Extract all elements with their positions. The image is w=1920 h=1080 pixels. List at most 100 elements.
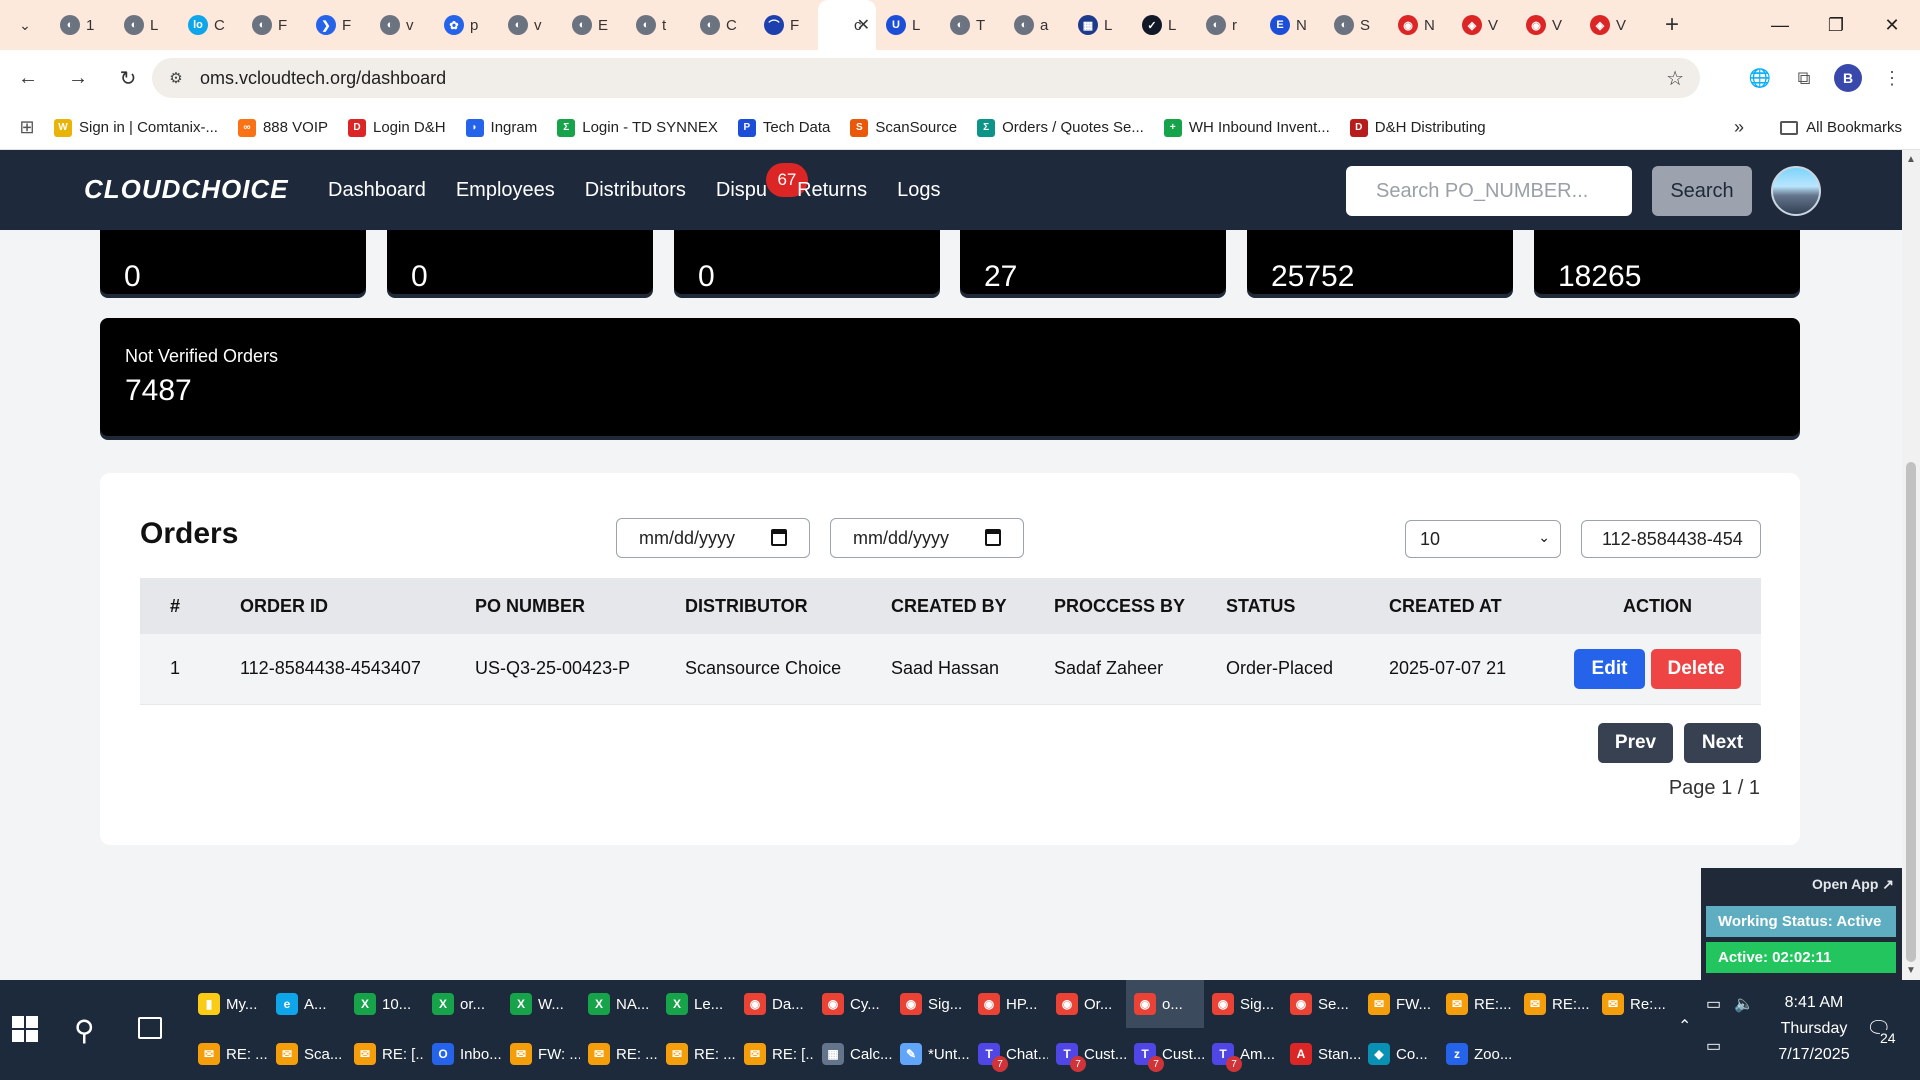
taskbar-app-button[interactable]: T Cust... 7 — [1048, 1030, 1126, 1078]
profile-avatar[interactable]: B — [1834, 64, 1862, 92]
notifications-icon[interactable]: 🗨 24 — [1866, 1016, 1896, 1046]
scrollbar-thumb[interactable] — [1906, 462, 1916, 962]
taskbar-app-button[interactable]: Xor... — [424, 980, 502, 1028]
tab-search-chevron-icon[interactable]: ⌄ — [0, 0, 50, 50]
browser-tab[interactable]: ◐ v — [498, 0, 562, 50]
reload-icon[interactable]: ↻ — [106, 56, 150, 100]
bookmark-item[interactable]: D Login D&H — [348, 118, 446, 137]
browser-tab[interactable]: ◉ V — [1516, 0, 1580, 50]
open-app-link[interactable]: Open App ↗ — [1812, 876, 1894, 893]
apps-grid-icon[interactable]: ⊞ — [0, 117, 54, 138]
browser-tab[interactable]: ◐ r — [1196, 0, 1260, 50]
bookmark-item[interactable]: Σ Login - TD SYNNEX — [557, 118, 718, 137]
all-bookmarks[interactable]: All Bookmarks — [1780, 119, 1902, 136]
nav-returns[interactable]: Returns — [797, 179, 867, 202]
new-tab-button[interactable]: + — [1652, 0, 1692, 50]
volume-icon[interactable]: 🔈 — [1734, 994, 1754, 1014]
calendar-icon[interactable] — [985, 529, 1001, 546]
bookmark-item[interactable]: Σ Orders / Quotes Se... — [977, 118, 1144, 137]
taskbar-clock[interactable]: 8:41 AM Thursday 7/17/2025 — [1758, 990, 1870, 1068]
taskbar-app-button[interactable]: ◆ Co... — [1360, 1030, 1438, 1078]
close-window-icon[interactable]: ✕ — [1864, 0, 1920, 50]
browser-tab[interactable]: ⌒ F — [754, 0, 818, 50]
browser-tab[interactable]: ◐ v — [370, 0, 434, 50]
bookmark-star-icon[interactable]: ☆ — [1666, 66, 1684, 91]
taskbar-app-button[interactable]: ✉ Sca... — [268, 1030, 346, 1078]
taskbar-app-button[interactable]: ◉ Da... — [736, 980, 814, 1028]
taskbar-app-button[interactable]: ✉ RE: ... — [658, 1030, 736, 1078]
taskbar-app-button[interactable]: ✉ RE: [... — [346, 1030, 424, 1078]
nav-dashboard[interactable]: Dashboard — [328, 179, 426, 202]
browser-tab[interactable]: ◐ C — [690, 0, 754, 50]
taskbar-app-button[interactable]: A Stan... — [1282, 1030, 1360, 1078]
taskbar-app-button[interactable]: z Zoo... — [1438, 1030, 1516, 1078]
network-icon[interactable]: ▭ — [1706, 1036, 1721, 1056]
bookmark-item[interactable]: W Sign in | Comtanix-... — [54, 118, 218, 137]
browser-tab[interactable]: ◐ L — [114, 0, 178, 50]
nav-employees[interactable]: Employees — [456, 179, 555, 202]
browser-tab[interactable]: EN — [1260, 0, 1324, 50]
taskbar-app-button[interactable]: T Am... 7 — [1204, 1030, 1282, 1078]
next-button[interactable]: Next — [1684, 723, 1761, 763]
taskbar-app-button[interactable]: X NA... — [580, 980, 658, 1028]
tab-close-icon[interactable]: ✕ — [857, 15, 870, 35]
taskbar-app-button[interactable]: T Chat... 7 — [970, 1030, 1048, 1078]
browser-menu-icon[interactable]: ⋮ — [1878, 64, 1906, 92]
taskbar-app-button[interactable]: X 10... — [346, 980, 424, 1028]
browser-tab[interactable]: lo C — [178, 0, 242, 50]
taskbar-app-button[interactable]: ✉ RE:... — [1438, 980, 1516, 1028]
scroll-up-icon[interactable]: ▲ — [1902, 154, 1920, 165]
user-avatar[interactable] — [1771, 166, 1821, 216]
minimize-icon[interactable]: — — [1752, 0, 1808, 50]
date-from-input[interactable]: mm/dd/yyyy — [616, 518, 810, 558]
bookmark-item[interactable]: ◗ Ingram — [465, 118, 537, 137]
taskbar-app-button[interactable]: ✉ RE: [... — [736, 1030, 814, 1078]
nav-logs[interactable]: Logs — [897, 179, 940, 202]
taskbar-app-button[interactable]: ✉ FW... — [1360, 980, 1438, 1028]
date-to-input[interactable]: mm/dd/yyyy — [830, 518, 1024, 558]
bookmark-item[interactable]: D D&H Distributing — [1349, 118, 1486, 137]
translate-globe-icon[interactable]: 🌐 — [1746, 64, 1774, 92]
search-button[interactable]: Search — [1652, 166, 1752, 216]
nav-distributors[interactable]: Distributors — [585, 179, 686, 202]
browser-tab[interactable]: ▦ L — [1068, 0, 1132, 50]
browser-tab[interactable]: ◐ E — [562, 0, 626, 50]
taskbar-app-button[interactable]: X Le... — [658, 980, 736, 1028]
back-icon[interactable]: ← — [6, 56, 50, 100]
nav-disputes[interactable]: Dispu 67 — [716, 162, 808, 202]
browser-tab[interactable]: ◐ F — [242, 0, 306, 50]
bookmark-item[interactable]: ∞ 888 VOIP — [237, 118, 328, 137]
bookmark-item[interactable]: S ScanSource — [850, 118, 957, 137]
browser-tab[interactable]: UL — [876, 0, 940, 50]
order-filter-input[interactable]: 112-8584438-454 — [1581, 520, 1761, 558]
taskbar-app-button[interactable]: ✉ FW: ... — [502, 1030, 580, 1078]
browser-tab[interactable]: ✿ p — [434, 0, 498, 50]
browser-tab[interactable]: ◐ t — [626, 0, 690, 50]
browser-tab[interactable]: ◈ V — [1580, 0, 1644, 50]
omnibox[interactable]: ⚙ oms.vcloudtech.org/dashboard ☆ — [152, 58, 1700, 98]
taskbar-app-button[interactable]: ◉ HP... — [970, 980, 1048, 1028]
taskbar-app-button[interactable]: ✎ *Unt... — [892, 1030, 970, 1078]
taskbar-app-button[interactable]: ✉ RE: ... — [580, 1030, 658, 1078]
taskbar-app-button[interactable]: ✉ RE:... — [1516, 980, 1594, 1028]
browser-tab[interactable]: ◐ T — [940, 0, 1004, 50]
taskbar-app-button[interactable]: ◉ Or... — [1048, 980, 1126, 1028]
taskbar-app-button[interactable]: T Cust... 7 — [1126, 1030, 1204, 1078]
taskbar-app-button[interactable]: ◉ Sig... — [892, 980, 970, 1028]
taskbar-app-button[interactable]: O Inbo... — [424, 1030, 502, 1078]
calendar-icon[interactable] — [771, 529, 787, 546]
taskbar-app-button[interactable]: ▮ My... — [190, 980, 268, 1028]
taskbar-app-button[interactable]: ✉ RE: ... — [190, 1030, 268, 1078]
task-view-icon[interactable] — [138, 1017, 162, 1039]
delete-button[interactable]: Delete — [1651, 648, 1741, 689]
edit-button[interactable]: Edit — [1574, 648, 1645, 689]
url-text[interactable]: oms.vcloudtech.org/dashboard — [200, 68, 446, 89]
site-info-icon[interactable]: ⚙ — [158, 69, 194, 87]
cloudchoice-logo[interactable]: CLOUDCHOICE — [84, 174, 289, 205]
forward-icon[interactable]: → — [56, 56, 100, 100]
bookmark-item[interactable]: + WH Inbound Invent... — [1163, 118, 1330, 137]
extensions-puzzle-icon[interactable]: ⧉ — [1790, 64, 1818, 92]
taskbar-app-button[interactable]: ◉ Cy... — [814, 980, 892, 1028]
browser-tab[interactable]: ❯ F — [306, 0, 370, 50]
taskbar-app-button[interactable]: ✉ Re:... — [1594, 980, 1672, 1028]
